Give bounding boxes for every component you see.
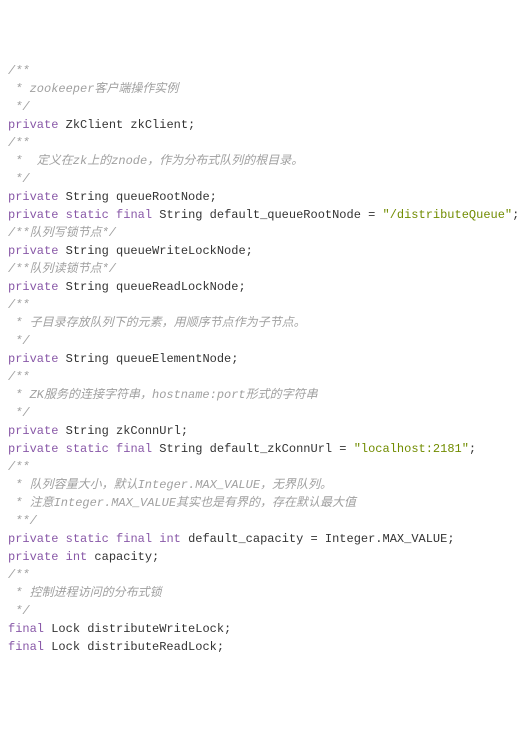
plain-token [58,550,65,564]
plain-token [58,532,65,546]
code-line: private String queueWriteLockNode; [8,242,509,260]
plain-token [58,208,65,222]
code-line: */ [8,332,509,350]
code-line: */ [8,170,509,188]
keyword-token: static [66,532,109,546]
comment-text: /** [8,568,30,582]
keyword-token: private [8,424,58,438]
comment-text: **/ [8,514,37,528]
plain-token: String default_queueRootNode = [152,208,382,222]
plain-token [109,532,116,546]
plain-token: capacity; [87,550,159,564]
code-line: /** [8,134,509,152]
keyword-token: private [8,550,58,564]
comment-text: * 队列容量大小，默认Integer.MAX_VALUE，无界队列。 [8,478,332,492]
code-line: final Lock distributeWriteLock; [8,620,509,638]
code-line: private String queueElementNode; [8,350,509,368]
code-line: * ZK服务的连接字符串，hostname:port形式的字符串 [8,386,509,404]
keyword-token: static [66,442,109,456]
comment-text: * zookeeper客户端操作实例 [8,82,178,96]
keyword-token: private [8,244,58,258]
comment-text: /** [8,64,30,78]
keyword-token: private [8,352,58,366]
code-line: * 控制进程访问的分布式锁 [8,584,509,602]
keyword-token: final [116,442,152,456]
plain-token: Lock distributeReadLock; [44,640,224,654]
code-line: /** [8,296,509,314]
comment-text: * 控制进程访问的分布式锁 [8,586,162,600]
comment-text: /**队列写锁节点*/ [8,226,116,240]
code-line: * 队列容量大小，默认Integer.MAX_VALUE，无界队列。 [8,476,509,494]
comment-text: /** [8,136,30,150]
comment-text: */ [8,604,30,618]
plain-token: default_capacity = Integer.MAX_VALUE; [181,532,455,546]
code-line: private ZkClient zkClient; [8,116,509,134]
code-line: private static final String default_zkCo… [8,440,509,458]
plain-token [109,442,116,456]
plain-token: Lock distributeWriteLock; [44,622,231,636]
code-line: /** [8,458,509,476]
comment-text: */ [8,100,30,114]
code-line: */ [8,404,509,422]
keyword-token: private [8,118,58,132]
plain-token: String zkConnUrl; [58,424,188,438]
plain-token: String queueWriteLockNode; [58,244,252,258]
code-line: private String queueReadLockNode; [8,278,509,296]
comment-text: /** [8,298,30,312]
keyword-token: private [8,532,58,546]
string-token: "localhost:2181" [354,442,469,456]
plain-token: ; [512,208,517,222]
code-line: /** [8,62,509,80]
comment-text: /** [8,370,30,384]
comment-text: /** [8,460,30,474]
code-line: final Lock distributeReadLock; [8,638,509,656]
code-line: private static final int default_capacit… [8,530,509,548]
plain-token [58,442,65,456]
code-block: /** * zookeeper客户端操作实例 */ private ZkClien… [8,62,509,656]
comment-text: */ [8,334,30,348]
code-line: * zookeeper客户端操作实例 [8,80,509,98]
keyword-token: final [116,208,152,222]
plain-token: String default_zkConnUrl = [152,442,354,456]
code-line: private String queueRootNode; [8,188,509,206]
plain-token: ZkClient zkClient; [58,118,195,132]
code-line: */ [8,98,509,116]
keyword-token: private [8,208,58,222]
plain-token: ; [469,442,476,456]
code-line: /** [8,368,509,386]
keyword-token: int [66,550,88,564]
comment-text: /**队列读锁节点*/ [8,262,116,276]
keyword-token: final [116,532,152,546]
keyword-token: final [8,622,44,636]
comment-text: */ [8,406,30,420]
code-line: /**队列写锁节点*/ [8,224,509,242]
plain-token: String queueElementNode; [58,352,238,366]
code-line: */ [8,602,509,620]
keyword-token: private [8,190,58,204]
code-line: private int capacity; [8,548,509,566]
keyword-token: int [159,532,181,546]
code-line: * 子目录存放队列下的元素，用顺序节点作为子节点。 [8,314,509,332]
keyword-token: static [66,208,109,222]
code-line: private static final String default_queu… [8,206,509,224]
code-line: private String zkConnUrl; [8,422,509,440]
code-line: /** [8,566,509,584]
string-token: "/distributeQueue" [383,208,513,222]
code-line: **/ [8,512,509,530]
comment-text: * 子目录存放队列下的元素，用顺序节点作为子节点。 [8,316,306,330]
plain-token: String queueRootNode; [58,190,216,204]
code-line: * 定义在zk上的znode，作为分布式队列的根目录。 [8,152,509,170]
comment-text: * 定义在zk上的znode，作为分布式队列的根目录。 [8,154,303,168]
comment-text: * ZK服务的连接字符串，hostname:port形式的字符串 [8,388,318,402]
code-line: /**队列读锁节点*/ [8,260,509,278]
plain-token: String queueReadLockNode; [58,280,245,294]
comment-text: * 注意Integer.MAX_VALUE其实也是有界的，存在默认最大值 [8,496,356,510]
keyword-token: private [8,280,58,294]
keyword-token: private [8,442,58,456]
comment-text: */ [8,172,30,186]
code-line: * 注意Integer.MAX_VALUE其实也是有界的，存在默认最大值 [8,494,509,512]
keyword-token: final [8,640,44,654]
plain-token [109,208,116,222]
